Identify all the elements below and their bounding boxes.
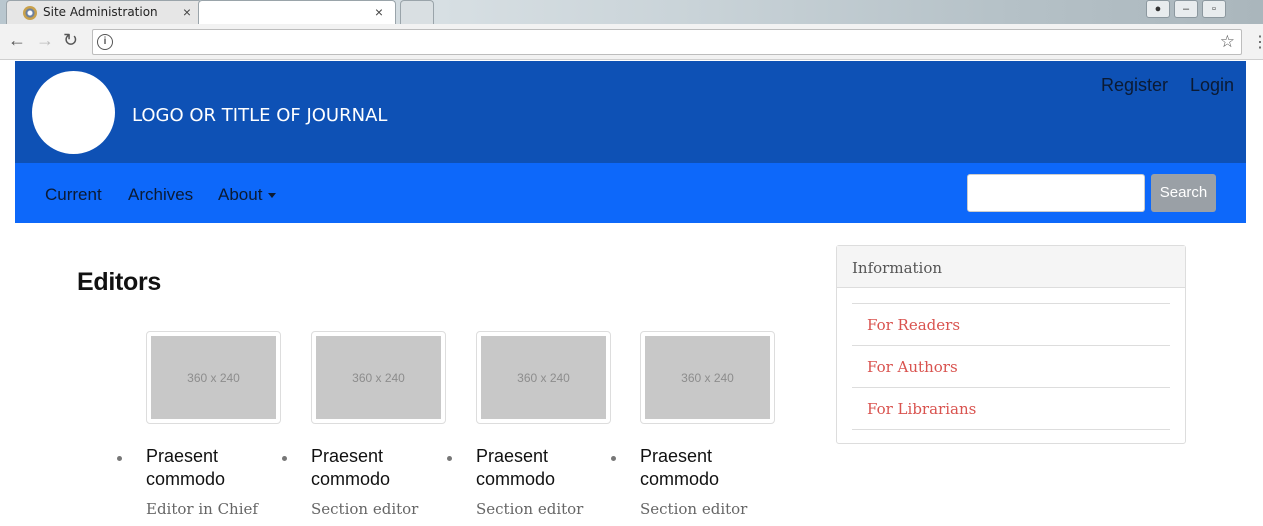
link-for-authors[interactable]: For Authors	[852, 346, 1170, 388]
editor-name: Praesent commodo	[476, 446, 556, 489]
link-for-readers[interactable]: For Readers	[852, 304, 1170, 346]
list-bullet	[282, 456, 287, 461]
editor-card: 360 x 240 Praesent commodo Editor in Chi…	[117, 331, 286, 518]
site-info-icon[interactable]: i	[97, 34, 113, 50]
editor-photo: 360 x 240	[146, 331, 281, 424]
bookmark-star-icon[interactable]: ☆	[1220, 32, 1235, 52]
editor-name: Praesent commodo	[146, 446, 226, 489]
link-for-librarians[interactable]: For Librarians	[852, 388, 1170, 430]
browser-tab-site-administration[interactable]: Site Administration ×	[6, 0, 202, 24]
list-bullet	[611, 456, 616, 461]
information-panel-title: Information	[837, 246, 1185, 288]
tab-close-icon[interactable]: ×	[183, 4, 191, 20]
editor-name: Praesent commodo	[311, 446, 391, 489]
nav-item-current[interactable]: Current	[45, 185, 102, 205]
site-title[interactable]: LOGO OR TITLE OF JOURNAL	[132, 105, 387, 126]
editor-photo: 360 x 240	[640, 331, 775, 424]
back-arrow-icon[interactable]: ←	[8, 30, 26, 51]
search-input[interactable]	[967, 174, 1145, 212]
nav-item-archives[interactable]: Archives	[128, 185, 193, 205]
primary-nav: Current Archives About Search	[15, 163, 1246, 223]
reload-icon[interactable]: ↻	[63, 30, 78, 51]
information-links: For Readers For Authors For Librarians	[852, 303, 1170, 430]
browser-toolbar: ← → ↻ i ☆ ⋮	[0, 24, 1263, 60]
minimize-window-icon[interactable]: –	[1174, 0, 1198, 18]
page-title: Editors	[77, 268, 162, 296]
site-favicon-icon	[23, 6, 37, 20]
editor-role: Section editor	[476, 500, 584, 518]
profile-icon[interactable]: ●	[1146, 0, 1170, 18]
editor-photo: 360 x 240	[311, 331, 446, 424]
site-header: LOGO OR TITLE OF JOURNAL Register Login	[15, 61, 1246, 163]
journal-logo[interactable]	[32, 71, 115, 154]
editor-card: 360 x 240 Praesent commodo Section edito…	[282, 331, 451, 518]
editor-role: Editor in Chief	[146, 500, 258, 518]
caret-down-icon	[268, 193, 277, 199]
editor-card: 360 x 240 Praesent commodo Section edito…	[447, 331, 616, 518]
editor-role: Section editor	[640, 500, 748, 518]
search-button[interactable]: Search	[1151, 174, 1216, 212]
browser-tab-strip: Site Administration × × ● – ▫	[0, 0, 1263, 24]
editor-role: Section editor	[311, 500, 419, 518]
login-link[interactable]: Login	[1190, 75, 1234, 96]
editor-card: 360 x 240 Praesent commodo Section edito…	[611, 331, 780, 518]
list-bullet	[117, 456, 122, 461]
tab-title: Site Administration	[43, 5, 158, 19]
nav-item-about-label: About	[218, 185, 263, 204]
maximize-window-icon[interactable]: ▫	[1202, 0, 1226, 18]
editor-name: Praesent commodo	[640, 446, 720, 489]
new-tab-button[interactable]	[400, 0, 434, 24]
editor-photo: 360 x 240	[476, 331, 611, 424]
information-panel: Information For Readers For Authors For …	[836, 245, 1186, 444]
address-bar[interactable]: i ☆	[92, 29, 1242, 55]
browser-menu-icon[interactable]: ⋮	[1252, 32, 1263, 52]
tab-close-icon[interactable]: ×	[375, 4, 383, 20]
register-link[interactable]: Register	[1101, 75, 1168, 96]
browser-tab-active[interactable]: ×	[198, 0, 396, 24]
forward-arrow-icon[interactable]: →	[36, 30, 54, 51]
nav-item-about[interactable]: About	[218, 185, 277, 205]
list-bullet	[447, 456, 452, 461]
